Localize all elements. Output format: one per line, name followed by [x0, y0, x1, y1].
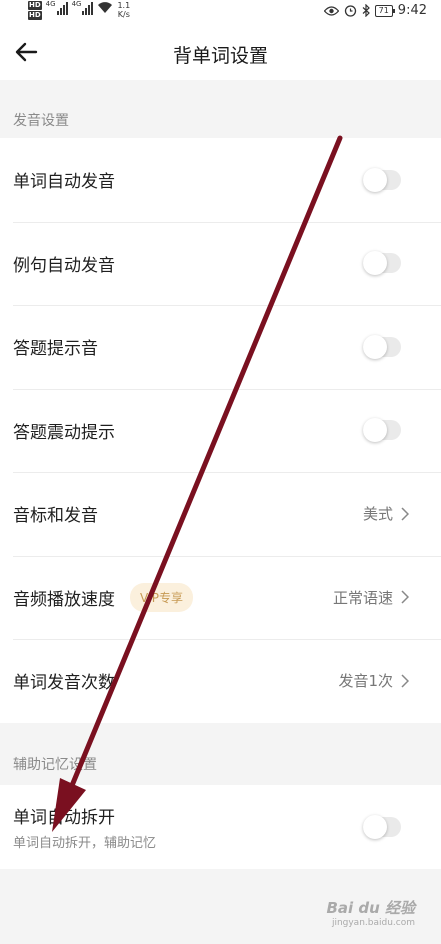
- alarm-icon: [344, 5, 356, 17]
- setting-label: 单词自动拆开: [13, 807, 115, 828]
- section-title-pronunciation: 发音设置: [13, 113, 69, 129]
- hd-badge-bottom: HD: [28, 11, 42, 20]
- battery-icon: 71: [374, 4, 396, 17]
- chevron-right-icon: [401, 674, 409, 688]
- hd-badge-top: HD: [28, 1, 42, 10]
- setting-label: 单词自动发音: [13, 172, 115, 193]
- toggle-knob: [363, 334, 387, 359]
- setting-label: 答题震动提示: [13, 422, 115, 443]
- setting-row-word-auto-split[interactable]: 单词自动拆开 单词自动拆开，辅助记忆: [0, 785, 441, 869]
- status-bar-left: HD HD 4G 4G 1.1 K/s: [28, 1, 130, 21]
- word-auto-split-toggle[interactable]: [363, 814, 401, 839]
- network-speed-value: 1.1: [117, 1, 131, 10]
- settings-group-pronunciation: 单词自动发音 例句自动发音 答题提示音 答题震动提示 音标和发音 美式 音频播放…: [0, 138, 441, 723]
- watermark-url: jingyan.baidu.com: [331, 918, 415, 928]
- signal-strength-icon-2: [82, 1, 94, 15]
- network-speed-unit: K/s: [117, 10, 130, 19]
- setting-sublabel: 单词自动拆开，辅助记忆: [13, 835, 157, 851]
- signal-group-2: 4G: [72, 1, 94, 15]
- status-time: 9:42: [397, 3, 427, 18]
- network-type-2: 4G: [71, 0, 82, 8]
- signal-group-1: 4G: [46, 1, 68, 15]
- status-bar-right: 71 9:42: [323, 3, 427, 18]
- network-speed: 1.1 K/s: [117, 1, 130, 19]
- setting-label: 例句自动发音: [13, 255, 115, 276]
- setting-value: 美式: [362, 505, 393, 524]
- setting-row-audio-speed[interactable]: 音频播放速度 VIP专享 正常语速: [0, 555, 441, 640]
- toggle-knob: [363, 814, 387, 839]
- setting-label: 音标和发音: [13, 506, 98, 527]
- setting-row-answer-sound[interactable]: 答题提示音: [0, 305, 441, 389]
- sentence-auto-pronounce-toggle[interactable]: [363, 251, 401, 276]
- setting-texts: 单词自动拆开 单词自动拆开，辅助记忆: [13, 803, 156, 851]
- status-bar: HD HD 4G 4G 1.1 K/s 71 9:42: [0, 0, 441, 22]
- signal-strength-icon: [56, 1, 68, 15]
- wifi-icon: [98, 2, 113, 14]
- answer-sound-toggle[interactable]: [363, 334, 401, 359]
- setting-row-word-auto-pronounce[interactable]: 单词自动发音: [0, 138, 441, 222]
- setting-row-pronounce-count[interactable]: 单词发音次数 发音1次: [0, 639, 441, 723]
- toggle-knob: [363, 167, 387, 192]
- setting-row-sentence-auto-pronounce[interactable]: 例句自动发音: [0, 221, 441, 306]
- setting-value: 发音1次: [338, 672, 393, 691]
- word-auto-pronounce-toggle[interactable]: [363, 167, 401, 192]
- chevron-right-icon: [401, 590, 409, 604]
- setting-label: 答题提示音: [13, 339, 98, 360]
- section-title-memory: 辅助记忆设置: [13, 756, 97, 773]
- setting-label: 音频播放速度: [13, 589, 115, 610]
- settings-group-memory: 单词自动拆开 单词自动拆开，辅助记忆: [0, 784, 441, 869]
- nav-header: 背单词设置: [0, 22, 441, 80]
- watermark-brand: Bai du 经验: [326, 899, 415, 917]
- toggle-knob: [363, 251, 387, 276]
- setting-value: 正常语速: [332, 588, 393, 607]
- answer-vibration-toggle[interactable]: [363, 418, 401, 443]
- network-type-1: 4G: [45, 0, 56, 8]
- setting-row-phonetic-pronunciation[interactable]: 音标和发音 美式: [0, 472, 441, 556]
- chevron-right-icon: [401, 507, 409, 521]
- toggle-knob: [363, 418, 387, 443]
- baidu-watermark: Bai du 经验 jingyan.baidu.com: [326, 897, 415, 928]
- setting-row-answer-vibration[interactable]: 答题震动提示: [0, 388, 441, 473]
- bluetooth-icon: [362, 4, 370, 17]
- page-title: 背单词设置: [172, 45, 268, 67]
- vip-badge: VIP专享: [130, 582, 193, 612]
- eye-icon: [323, 5, 339, 16]
- hd-indicator: HD HD: [28, 1, 42, 21]
- setting-label: 单词发音次数: [13, 673, 115, 694]
